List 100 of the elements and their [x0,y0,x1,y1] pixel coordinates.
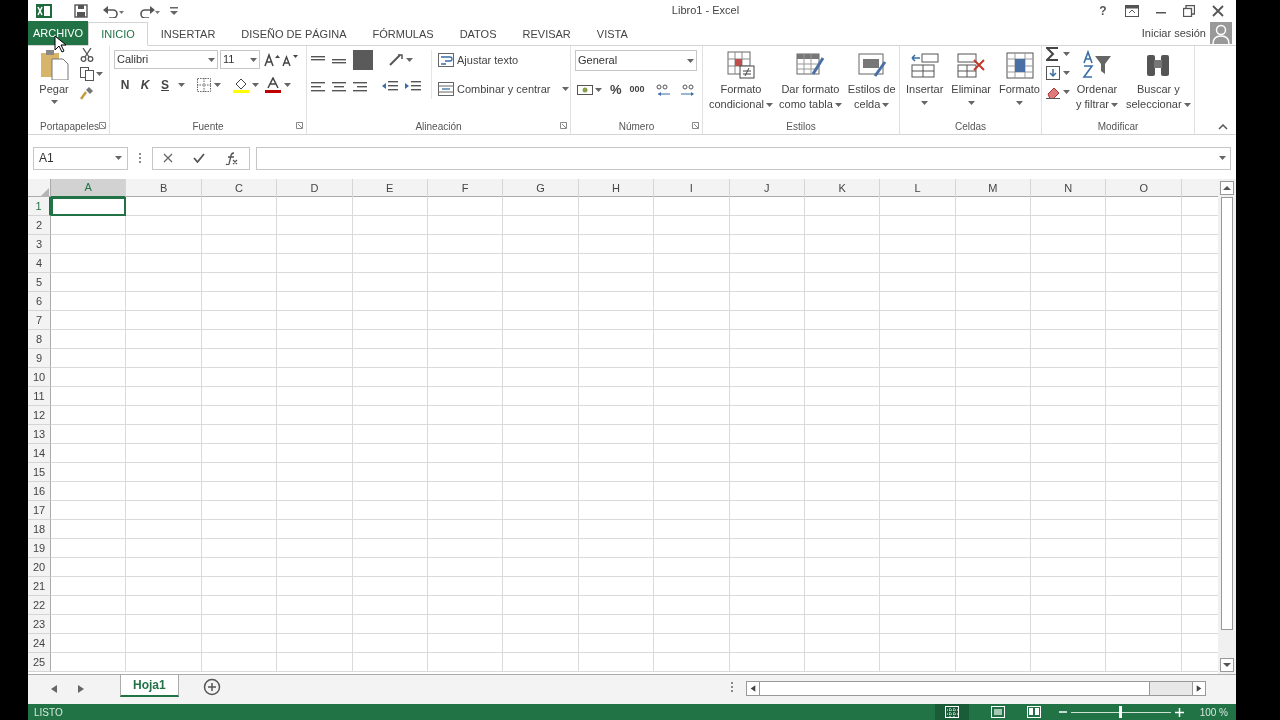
row-header[interactable]: 18 [28,520,51,539]
close-icon[interactable] [1212,4,1224,17]
user-avatar-icon[interactable] [1210,22,1232,44]
dialog-launcher-icon[interactable] [560,122,567,129]
scroll-left-icon[interactable] [747,682,760,695]
column-header[interactable]: B [126,179,202,198]
row-header[interactable]: 19 [28,539,51,558]
row-header[interactable]: 21 [28,577,51,596]
ribbon-tab[interactable]: REVISAR [509,22,584,46]
undo-icon[interactable] [102,3,124,18]
redo-icon[interactable] [138,3,160,18]
copy-icon[interactable] [80,67,94,81]
zoom-level-text[interactable]: 100 % [1199,704,1228,720]
column-header[interactable]: E [352,179,428,198]
zoom-slider[interactable] [1070,706,1171,718]
sum-icon[interactable] [1046,47,1060,61]
scissors-icon[interactable] [80,48,94,62]
zoom-slider-thumb[interactable] [1119,706,1123,718]
row-header[interactable]: 20 [28,558,51,577]
formula-input[interactable] [256,146,1231,170]
ribbon-button[interactable]: Eliminar [949,50,994,105]
ribbon-tab[interactable]: INICIO [88,22,148,46]
column-header[interactable]: I [654,179,730,198]
align-center-icon[interactable] [332,80,346,93]
currency-icon[interactable] [577,82,593,97]
restore-icon[interactable] [1183,4,1195,17]
row-header[interactable]: 13 [28,425,51,444]
excel-logo-icon[interactable] [36,2,52,19]
normal-view-icon[interactable] [944,706,959,718]
row-header[interactable]: 10 [28,368,51,387]
confirm-icon[interactable] [193,153,205,163]
row-header[interactable]: 5 [28,273,51,292]
help-button[interactable]: ? [1093,1,1113,20]
percent-button[interactable]: % [610,80,622,100]
row-header[interactable]: 1 [28,197,51,216]
column-header[interactable]: G [503,179,579,198]
active-cell[interactable] [51,197,127,216]
font-color-icon[interactable] [265,77,281,93]
row-header[interactable]: 4 [28,254,51,273]
row-header[interactable]: 2 [28,216,51,235]
ribbon-button[interactable]: Estilos de celda [845,50,898,112]
ribbon-tab[interactable]: DISEÑO DE PÁGINA [228,22,360,46]
row-header[interactable]: 12 [28,406,51,425]
ribbon-button[interactable]: Ordenar y filtrar [1074,50,1120,112]
dialog-launcher-icon[interactable] [296,122,303,129]
scroll-up-icon[interactable] [1220,181,1234,195]
row-header[interactable]: 16 [28,482,51,501]
column-header[interactable]: D [277,179,353,198]
ribbon-tab[interactable]: INSERTAR [147,22,229,46]
increase-indent-icon[interactable] [405,80,421,93]
row-header[interactable]: 11 [28,387,51,406]
sheet-tab[interactable]: Hoja1 [120,675,179,697]
page-layout-icon[interactable] [990,706,1005,718]
add-sheet-icon[interactable] [202,678,221,696]
decrease-decimal-icon[interactable] [678,82,697,97]
column-header[interactable]: F [427,179,504,198]
dialog-launcher-icon[interactable] [692,122,699,129]
decrease-indent-icon[interactable] [382,80,398,93]
row-header[interactable]: 22 [28,596,51,615]
dialog-launcher-icon[interactable] [99,122,106,129]
borders-icon[interactable] [197,78,211,92]
scroll-right-icon[interactable] [1192,682,1205,695]
row-header[interactable]: 3 [28,235,51,254]
orientation-icon[interactable] [388,53,404,67]
more-options-icon[interactable] [730,681,734,693]
wrap-text-button[interactable]: Ajustar texto [438,50,569,70]
column-header[interactable]: N [1031,179,1107,198]
column-header[interactable]: K [804,179,881,198]
fill-color-icon[interactable] [233,77,249,93]
row-header[interactable]: 25 [28,653,51,672]
insert-function-icon[interactable] [225,151,239,165]
sign-in-link[interactable]: Iniciar sesión [1141,24,1206,42]
column-header[interactable]: O [1106,179,1182,198]
ribbon-button[interactable]: Buscar y seleccionar [1124,50,1193,112]
format-painter-icon[interactable] [80,86,94,100]
row-header[interactable]: 8 [28,330,51,349]
align-left-icon[interactable] [311,80,325,93]
page-break-icon[interactable] [1026,706,1041,718]
scrollbar-thumb[interactable] [760,682,1150,695]
row-header[interactable]: 7 [28,311,51,330]
column-header[interactable]: J [729,179,805,198]
italic-button[interactable]: K [138,76,152,94]
column-header[interactable]: M [955,179,1032,198]
column-header[interactable]: C [201,179,278,198]
name-box[interactable]: A1 [33,146,128,170]
save-icon[interactable] [74,3,88,18]
file-tab[interactable]: ARCHIVO [28,21,89,45]
increase-font-size-icon[interactable] [264,52,280,67]
next-sheet-icon[interactable] [78,685,84,693]
ribbon-tab[interactable]: DATOS [446,22,510,46]
fill-down-icon[interactable] [1046,66,1060,80]
merge-center-button[interactable]: Combinar y centrar [438,79,569,99]
zoom-in-icon[interactable] [1174,707,1184,717]
thousands-button[interactable]: 000 [629,83,645,97]
underline-button[interactable]: S [158,76,172,94]
ribbon-button[interactable]: Dar formato como tabla [777,50,844,112]
ribbon-tab[interactable]: FÓRMULAS [359,22,447,46]
row-header[interactable]: 17 [28,501,51,520]
column-header[interactable]: A [51,179,127,198]
row-header[interactable]: 23 [28,615,51,634]
